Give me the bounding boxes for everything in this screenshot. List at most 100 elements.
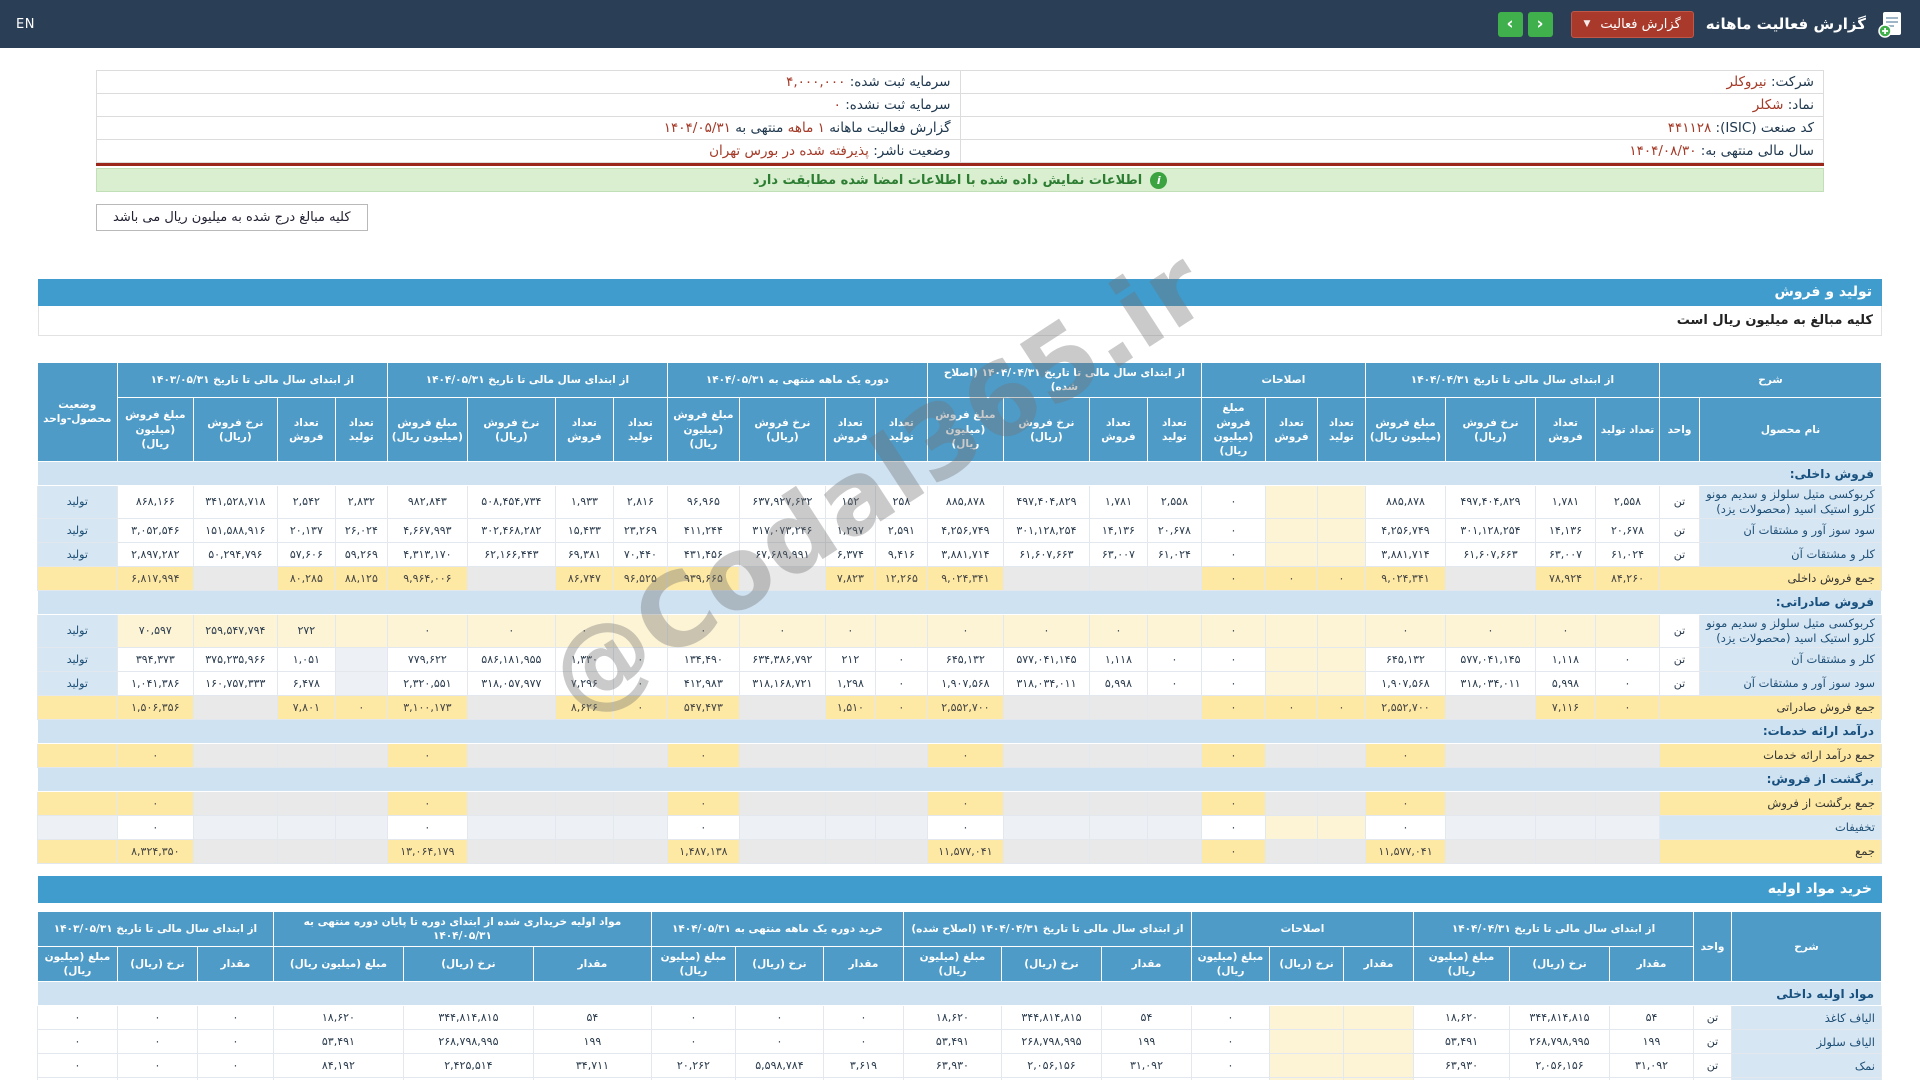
value-cell: ۰ xyxy=(1201,566,1265,590)
value-cell: ۴,۳۱۳,۱۷۰ xyxy=(387,542,467,566)
value-cell: ۰ xyxy=(1536,614,1596,647)
value-cell: ۰ xyxy=(117,1054,197,1078)
value-cell: ۱,۱۱۸ xyxy=(1089,647,1147,671)
value-cell: ۶۱,۰۲۴ xyxy=(1147,542,1201,566)
value-cell: ۰ xyxy=(613,671,667,695)
production-sales-section: تولید و فروش کلیه مبالغ به میلیون ریال ا… xyxy=(38,279,1882,864)
unit-cell: تن xyxy=(1660,614,1700,647)
value-cell: ۶۴۵,۱۳۲ xyxy=(927,647,1003,671)
value-cell xyxy=(1147,743,1201,767)
column-header: مبلغ (میلیون ریال) xyxy=(1191,947,1269,982)
column-group-header: وضعیت محصول-واحد xyxy=(37,363,117,462)
prev-report-button[interactable]: ‹ xyxy=(1498,12,1523,37)
value-cell: ۵۰,۲۹۴,۷۹۶ xyxy=(193,542,277,566)
column-header: مقدار xyxy=(533,947,651,982)
value-cell: ۰ xyxy=(1596,695,1660,719)
value-cell: ۲۵۹,۵۴۷,۷۹۴ xyxy=(193,614,277,647)
value-cell: ۰ xyxy=(1191,1006,1269,1030)
value-cell xyxy=(555,839,613,863)
value-cell: ۳۰۱,۱۲۸,۲۵۴ xyxy=(1446,518,1536,542)
unit-cell: تن xyxy=(1694,1054,1732,1078)
value-cell xyxy=(193,839,277,863)
data-row: نمکتن۳۱,۰۹۲۲,۰۵۶,۱۵۶۶۳,۹۳۰۰۳۱,۰۹۲۲,۰۵۶,۱… xyxy=(37,1054,1881,1078)
column-header: تعداد تولید xyxy=(875,398,927,462)
value-cell: ۸۸,۱۲۵ xyxy=(335,566,387,590)
value-cell: ۱۵۱,۵۸۸,۹۱۶ xyxy=(193,518,277,542)
value-cell: ۱,۲۹۷ xyxy=(825,518,875,542)
total-row: جمع درآمد ارائه خدمات۰۰۰۰۰۰ xyxy=(37,743,1881,767)
value-cell: ۰ xyxy=(1201,743,1265,767)
value-cell xyxy=(335,815,387,839)
value-cell xyxy=(1147,815,1201,839)
column-header: نرخ (ریال) xyxy=(117,947,197,982)
value-cell: ۳۴۱,۵۲۸,۷۱۸ xyxy=(193,486,277,519)
value-cell xyxy=(613,791,667,815)
value-cell xyxy=(335,614,387,647)
column-group-header: مواد اولیه خریداری شده از ابتدای دوره تا… xyxy=(273,911,651,946)
value-cell xyxy=(1596,791,1660,815)
new-report-icon[interactable] xyxy=(1878,10,1904,38)
value-cell: ۶۳,۰۰۷ xyxy=(1536,542,1596,566)
value-cell xyxy=(613,743,667,767)
unit-cell: تن xyxy=(1660,671,1700,695)
value-cell: ۸۰,۲۸۵ xyxy=(277,566,335,590)
value-cell xyxy=(825,791,875,815)
value-cell xyxy=(1003,695,1089,719)
data-row: تخفیفات۰۰۰۰۰۰ xyxy=(37,815,1881,839)
value-cell: ۳,۱۰۰,۱۷۳ xyxy=(387,695,467,719)
data-row: کلر و مشتقات آنتن۶۱,۰۲۴۶۳,۰۰۷۶۱,۶۰۷,۶۶۳۳… xyxy=(37,542,1881,566)
value-cell xyxy=(1344,1054,1414,1078)
value-cell: ۰ xyxy=(1201,815,1265,839)
column-header: مبلغ فروش (میلیون ریال) xyxy=(1201,398,1265,462)
value-cell: ۵۳,۴۹۱ xyxy=(903,1030,1001,1054)
value-cell xyxy=(467,791,555,815)
value-cell: ۰ xyxy=(1446,614,1536,647)
value-cell xyxy=(1265,614,1317,647)
value-cell: ۲۱۲ xyxy=(825,647,875,671)
column-header: تعداد تولید xyxy=(1147,398,1201,462)
value-cell: ۵,۹۹۸ xyxy=(1089,671,1147,695)
value-cell: ۱,۷۸۱ xyxy=(1089,486,1147,519)
column-header: مبلغ فروش (میلیون ریال) xyxy=(927,398,1003,462)
info-cell: گزارش فعالیت ماهانه ۱ ماهه منتهی به ۱۴۰۴… xyxy=(97,117,961,140)
info-icon: i xyxy=(1150,172,1167,189)
value-cell xyxy=(1596,815,1660,839)
column-group-header: از ابتدای سال مالی تا تاریخ ۱۴۰۴/۰۵/۳۱ xyxy=(387,363,667,398)
value-cell: ۰ xyxy=(875,671,927,695)
value-cell: ۲۶۸,۷۹۸,۹۹۵ xyxy=(1510,1030,1610,1054)
value-cell xyxy=(1265,486,1317,519)
status-cell xyxy=(37,566,117,590)
row-label: جمع فروش صادراتی xyxy=(1660,695,1882,719)
value-cell: ۰ xyxy=(1201,695,1265,719)
info-cell: سال مالی منتهی به: ۱۴۰۴/۰۸/۳۰ xyxy=(960,140,1824,163)
column-header: مقدار xyxy=(823,947,903,982)
value-cell: ۰ xyxy=(823,1030,903,1054)
value-cell: ۲,۵۵۲,۷۰۰ xyxy=(1365,695,1445,719)
value-cell: ۱۳۴,۴۹۰ xyxy=(667,647,739,671)
column-header: نرخ (ریال) xyxy=(1270,947,1344,982)
value-cell xyxy=(193,791,277,815)
info-cell: کد صنعت (ISIC): ۴۴۱۱۲۸ xyxy=(960,117,1824,140)
language-toggle[interactable]: EN xyxy=(16,17,35,32)
report-type-dropdown[interactable]: گزارش فعالیت ▼ xyxy=(1571,11,1694,38)
value-cell xyxy=(467,695,555,719)
value-cell: ۰ xyxy=(117,743,193,767)
total-row: جمع برگشت از فروش۰۰۰۰۰۰ xyxy=(37,791,1881,815)
data-row: کلر و مشتقات آنتن۰۱,۱۱۸۵۷۷,۰۴۱,۱۴۵۶۴۵,۱۳… xyxy=(37,647,1881,671)
info-cell: وضعیت ناشر: پذیرفته شده در بورس تهران xyxy=(97,140,961,163)
value-cell: ۰ xyxy=(613,695,667,719)
next-report-button[interactable]: › xyxy=(1528,12,1553,37)
column-header: نرخ فروش (ریال) xyxy=(467,398,555,462)
value-cell xyxy=(825,839,875,863)
value-cell: ۲,۸۹۷,۲۸۲ xyxy=(117,542,193,566)
raw-materials-table: شرحواحداز ابتدای سال مالی تا تاریخ ۱۴۰۴/… xyxy=(37,911,1882,1080)
value-cell xyxy=(1265,518,1317,542)
value-cell xyxy=(739,815,825,839)
value-cell: ۲,۳۲۰,۵۵۱ xyxy=(387,671,467,695)
value-cell xyxy=(1265,839,1317,863)
value-cell: ۷۷۹,۶۲۲ xyxy=(387,647,467,671)
status-cell: تولید xyxy=(37,518,117,542)
column-group-header: اصلاحات xyxy=(1201,363,1365,398)
topbar: گزارش فعالیت ماهانه گزارش فعالیت ▼ ‹ › E… xyxy=(0,0,1920,48)
column-header: تعداد تولید xyxy=(1596,398,1660,462)
